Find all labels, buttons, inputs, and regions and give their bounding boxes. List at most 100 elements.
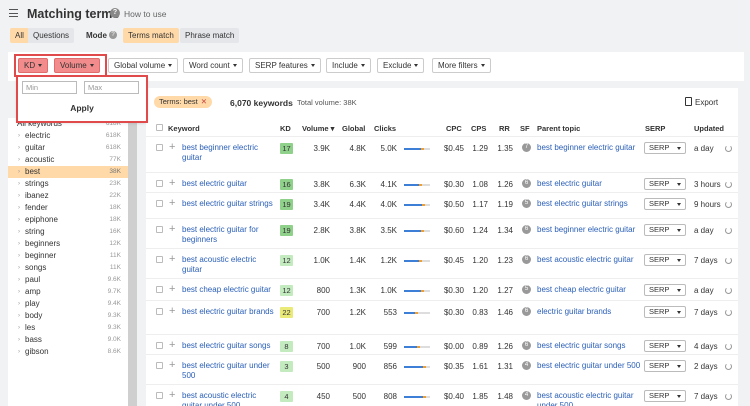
serp-dropdown[interactable]: SERP [644,390,686,402]
add-icon[interactable]: + [169,340,175,351]
close-icon[interactable]: ✕ [201,97,207,106]
row-checkbox[interactable] [156,342,163,349]
column-header-serp[interactable]: SERP [645,124,665,133]
terms-match-button[interactable]: Terms match [123,28,179,43]
global-volume-filter-button[interactable]: Global volume [108,58,179,73]
exclude-filter-button[interactable]: Exclude [377,58,425,73]
keyword-link[interactable]: best beginner electric guitar [182,143,276,163]
sidebar-item[interactable]: › electric 618K [8,130,128,142]
sidebar-item[interactable]: › epiphone 18K [8,214,128,226]
row-checkbox[interactable] [156,286,163,293]
add-icon[interactable]: + [169,198,175,209]
sidebar-item[interactable]: › gibson 8.6K [8,346,128,358]
add-icon[interactable]: + [169,306,175,317]
column-header-clicks[interactable]: Clicks [374,124,396,133]
sidebar-item[interactable]: › play 9.4K [8,298,128,310]
parent-topic-link[interactable]: best acoustic electric guitar under 500 [537,391,641,406]
more-filters-button[interactable]: More filters [432,58,491,73]
serp-features-badge[interactable]: 6 [522,341,531,350]
sidebar-item[interactable]: › fender 18K [8,202,128,214]
serp-features-badge[interactable]: 4 [522,361,531,370]
refresh-icon[interactable] [725,363,732,370]
serp-features-badge[interactable]: 6 [522,307,531,316]
menu-icon[interactable] [9,9,18,17]
keyword-link[interactable]: best electric guitar for beginners [182,225,276,245]
kd-filter-button[interactable]: KD [18,58,49,73]
refresh-icon[interactable] [725,201,732,208]
sidebar-item[interactable]: › body 9.3K [8,310,128,322]
row-checkbox[interactable] [156,144,163,151]
keyword-link[interactable]: best electric guitar [182,179,276,189]
select-all-checkbox[interactable] [156,124,163,131]
serp-features-filter-button[interactable]: SERP features [249,58,321,73]
refresh-icon[interactable] [725,257,732,264]
row-checkbox[interactable] [156,226,163,233]
sidebar-item[interactable]: › strings 23K [8,178,128,190]
parent-topic-link[interactable]: best cheap electric guitar [537,285,641,295]
add-icon[interactable]: + [169,360,175,371]
word-count-filter-button[interactable]: Word count [183,58,243,73]
row-checkbox[interactable] [156,180,163,187]
refresh-icon[interactable] [725,309,732,316]
row-checkbox[interactable] [156,200,163,207]
sidebar-item[interactable]: › les 9.3K [8,322,128,334]
tab-all[interactable]: All [10,28,29,43]
parent-topic-link[interactable]: best beginner electric guitar [537,143,641,153]
row-checkbox[interactable] [156,362,163,369]
sidebar-item[interactable]: › beginners 12K [8,238,128,250]
refresh-icon[interactable] [725,393,732,400]
column-header-cpc[interactable]: CPC [446,124,462,133]
include-filter-button[interactable]: Include [326,58,371,73]
sidebar-item[interactable]: › guitar 618K [8,142,128,154]
refresh-icon[interactable] [725,227,732,234]
add-icon[interactable]: + [169,390,175,401]
sidebar-item[interactable]: › amp 9.7K [8,286,128,298]
parent-topic-link[interactable]: best electric guitar [537,179,641,189]
add-icon[interactable]: + [169,224,175,235]
parent-topic-link[interactable]: best beginner electric guitar [537,225,641,235]
row-checkbox[interactable] [156,308,163,315]
column-header-keyword[interactable]: Keyword [168,124,200,133]
parent-topic-link[interactable]: best electric guitar strings [537,199,641,209]
add-icon[interactable]: + [169,142,175,153]
term-filter-tag[interactable]: Terms: best ✕ [154,96,213,108]
column-header-global[interactable]: Global [342,124,365,133]
sidebar-item[interactable]: › string 16K [8,226,128,238]
column-header-volume[interactable]: Volume ▾ [302,124,334,133]
serp-features-badge[interactable]: 5 [522,199,531,208]
volume-filter-button[interactable]: Volume [54,58,100,73]
add-icon[interactable]: + [169,178,175,189]
sidebar-item[interactable]: › paul 9.6K [8,274,128,286]
column-header-updated[interactable]: Updated [694,124,724,133]
sidebar-item[interactable]: › beginner 11K [8,250,128,262]
export-button[interactable]: Export [695,98,718,107]
sidebar-item[interactable]: › ibanez 22K [8,190,128,202]
serp-dropdown[interactable]: SERP [644,306,686,318]
keyword-link[interactable]: best electric guitar brands [182,307,276,317]
row-checkbox[interactable] [156,392,163,399]
serp-dropdown[interactable]: SERP [644,198,686,210]
sidebar-item[interactable]: › bass 9.0K [8,334,128,346]
serp-features-badge[interactable]: 7 [522,143,531,152]
row-checkbox[interactable] [156,256,163,263]
add-icon[interactable]: + [169,284,175,295]
parent-topic-link[interactable]: best acoustic electric guitar [537,255,641,265]
how-to-use-link[interactable]: How to use [124,9,167,19]
sidebar-item[interactable]: › best 38K [8,166,128,178]
column-header-sf[interactable]: SF [520,124,530,133]
keyword-link[interactable]: best electric guitar under 500 [182,361,276,381]
serp-dropdown[interactable]: SERP [644,224,686,236]
help-icon[interactable]: ? [110,8,120,18]
keyword-link[interactable]: best electric guitar strings [182,199,276,209]
mode-help-icon[interactable]: ? [109,31,117,39]
serp-features-badge[interactable]: 6 [522,179,531,188]
refresh-icon[interactable] [725,181,732,188]
add-icon[interactable]: + [169,254,175,265]
keyword-link[interactable]: best acoustic electric guitar [182,255,276,275]
refresh-icon[interactable] [725,145,732,152]
column-header-rr[interactable]: RR [499,124,510,133]
phrase-match-button[interactable]: Phrase match [180,28,240,43]
column-header-parent-topic[interactable]: Parent topic [537,124,580,133]
keyword-link[interactable]: best acoustic electric guitar under 500 [182,391,276,406]
refresh-icon[interactable] [725,343,732,350]
